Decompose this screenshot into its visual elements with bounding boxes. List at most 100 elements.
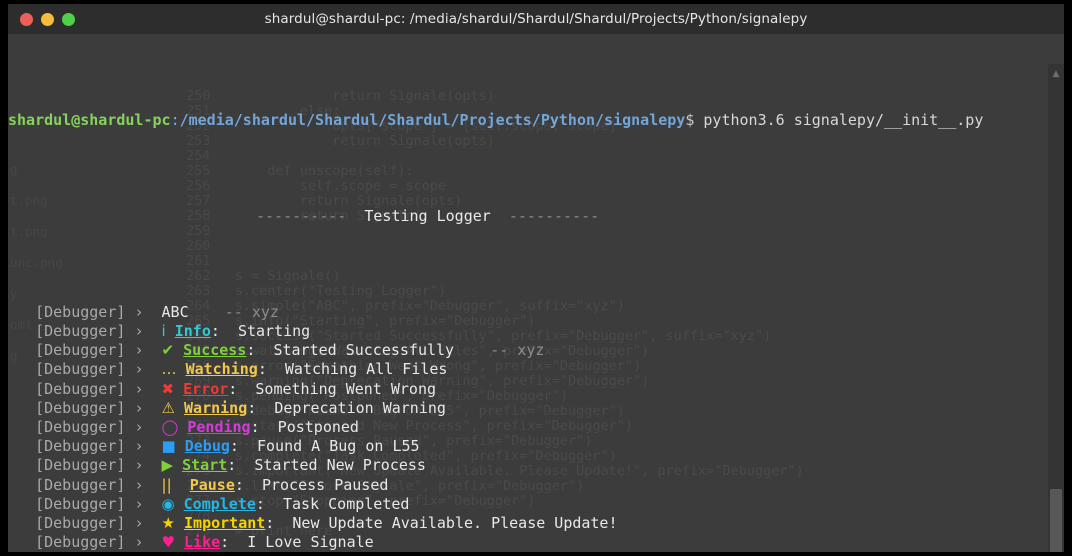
log-colon: : bbox=[234, 475, 262, 494]
log-colon: : bbox=[228, 379, 256, 398]
prompt-path: /media/shardul/Shardul/Shardul/Projects/… bbox=[179, 110, 686, 129]
log-colon: : bbox=[255, 494, 283, 513]
log-message: ABC bbox=[161, 302, 189, 321]
log-arrow-icon: › bbox=[134, 379, 162, 398]
minimize-button[interactable] bbox=[41, 12, 54, 26]
window-controls bbox=[20, 4, 75, 34]
log-arrow-icon: › bbox=[134, 437, 162, 456]
log-level-label: Info bbox=[174, 322, 211, 340]
log-prefix: [Debugger] bbox=[8, 360, 135, 379]
log-colon: : bbox=[227, 456, 255, 475]
log-line: [Debugger] › || Pause: Process Paused bbox=[8, 476, 983, 495]
terminal-scrollbar[interactable]: ▲ ▼ bbox=[1048, 64, 1064, 552]
prompt-user-host: shardul@shardul-pc bbox=[8, 110, 171, 129]
log-line: [Debugger] › ✔ Success: Started Successf… bbox=[8, 341, 983, 360]
log-prefix: [Debugger] bbox=[8, 341, 135, 360]
log-arrow-icon: › bbox=[134, 513, 162, 532]
icon-gap bbox=[172, 476, 190, 494]
log-output: [Debugger] › ABC -- xyz [Debugger] › i I… bbox=[8, 303, 983, 552]
log-prefix: [Debugger] bbox=[8, 302, 135, 321]
close-button[interactable] bbox=[20, 12, 33, 26]
icon-gap bbox=[173, 456, 182, 474]
icon-gap bbox=[177, 360, 186, 378]
log-message: Process Paused bbox=[261, 475, 389, 494]
terminal-body[interactable]: 250 return Signale(opts) 251 else: 252 opt… bbox=[8, 34, 1064, 552]
log-level-label: Watching bbox=[185, 360, 258, 379]
circle-outline-icon: ◯ bbox=[161, 417, 179, 436]
log-prefix: [Debugger] bbox=[8, 322, 135, 340]
log-message: Started Successfully bbox=[273, 341, 455, 360]
prompt-command: python3.6 signalepy/__init__.py bbox=[694, 110, 984, 129]
header-dashes-right: ---------- bbox=[508, 206, 600, 225]
log-colon: : bbox=[220, 533, 248, 552]
log-prefix: [Debugger] bbox=[8, 475, 135, 494]
prompt-dollar: $ bbox=[685, 110, 695, 129]
log-line: [Debugger] › ◯ Pending: Postponed bbox=[8, 418, 983, 437]
log-message: Deprecation Warning bbox=[274, 398, 446, 417]
log-prefix: [Debugger] bbox=[8, 437, 135, 456]
header-dashes-left: ---------- bbox=[256, 206, 347, 225]
window-title: shardul@shardul-pc: /media/shardul/Shard… bbox=[264, 11, 808, 27]
log-message: New Update Available. Please Update! bbox=[292, 513, 618, 532]
log-colon: : bbox=[210, 322, 238, 340]
log-suffix: -- xyz bbox=[454, 341, 545, 360]
scroll-up-arrow-icon[interactable]: ▲ bbox=[1048, 66, 1064, 82]
log-arrow-icon: › bbox=[134, 475, 162, 494]
scrollbar-thumb[interactable] bbox=[1050, 489, 1062, 552]
log-message: Something Went Wrong bbox=[255, 379, 437, 398]
log-arrow-icon: › bbox=[134, 360, 162, 379]
log-prefix: [Debugger] bbox=[8, 379, 135, 398]
log-arrow-icon: › bbox=[134, 398, 162, 417]
log-level-label: Pending bbox=[187, 417, 251, 436]
prompt-line-command: shardul@shardul-pc:/media/shardul/Shardu… bbox=[8, 111, 983, 130]
star-icon: ★ bbox=[161, 513, 175, 532]
log-line: [Debugger] › ABC -- xyz bbox=[8, 303, 983, 322]
icon-gap bbox=[175, 399, 184, 417]
log-level-label: Start bbox=[182, 456, 228, 475]
log-level-label: Debug bbox=[184, 437, 230, 456]
log-message: Watching All Files bbox=[284, 360, 448, 379]
log-prefix: [Debugger] bbox=[8, 398, 135, 417]
prompt-colon: : bbox=[170, 110, 180, 129]
log-arrow-icon: › bbox=[134, 322, 162, 340]
icon-gap bbox=[178, 418, 187, 436]
ellipsis-icon: … bbox=[161, 360, 177, 379]
log-line: [Debugger] › ◉ Complete: Task Completed bbox=[8, 495, 983, 514]
icon-gap bbox=[174, 380, 183, 398]
log-suffix: -- xyz bbox=[188, 302, 279, 321]
log-message: Starting bbox=[237, 322, 311, 340]
log-prefix: [Debugger] bbox=[8, 513, 135, 532]
icon-gap bbox=[175, 514, 184, 532]
log-arrow-icon: › bbox=[134, 494, 162, 513]
terminal-window: shardul@shardul-pc: /media/shardul/Shard… bbox=[8, 4, 1064, 552]
maximize-button[interactable] bbox=[62, 12, 75, 26]
log-line: [Debugger] › ✖ Error: Something Went Wro… bbox=[8, 380, 983, 399]
icon-gap bbox=[175, 533, 184, 551]
log-line: [Debugger] › i Info: Starting bbox=[8, 322, 983, 341]
log-prefix: [Debugger] bbox=[8, 456, 135, 475]
log-arrow-icon: › bbox=[134, 302, 162, 321]
header-title-gap bbox=[491, 207, 509, 225]
pause-bars-icon: || bbox=[161, 475, 172, 494]
log-level-label: Important bbox=[184, 513, 266, 532]
play-triangle-icon: ▶ bbox=[161, 456, 174, 475]
log-message: Task Completed bbox=[283, 494, 410, 513]
log-arrow-icon: › bbox=[134, 417, 162, 436]
log-level-label: Pause bbox=[189, 475, 235, 494]
log-prefix: [Debugger] bbox=[8, 417, 135, 436]
cross-icon: ✖ bbox=[161, 379, 175, 398]
log-line: [Debugger] › ▶ Start: Started New Proces… bbox=[8, 456, 983, 475]
log-colon: : bbox=[229, 437, 257, 456]
log-level-label: Like bbox=[184, 533, 221, 552]
log-arrow-icon: › bbox=[134, 456, 162, 475]
header-title bbox=[346, 207, 364, 225]
icon-gap bbox=[166, 322, 175, 340]
log-level-label: Error bbox=[183, 379, 229, 398]
icon-gap bbox=[176, 437, 185, 455]
log-colon: : bbox=[250, 417, 278, 436]
warning-triangle-icon: ⚠ bbox=[161, 398, 175, 417]
log-line: [Debugger] › ⚠ Warning: Deprecation Warn… bbox=[8, 399, 983, 418]
log-level-label: Warning bbox=[184, 398, 248, 417]
log-prefix: [Debugger] bbox=[8, 494, 135, 513]
log-message: I Love Signale bbox=[247, 533, 374, 552]
